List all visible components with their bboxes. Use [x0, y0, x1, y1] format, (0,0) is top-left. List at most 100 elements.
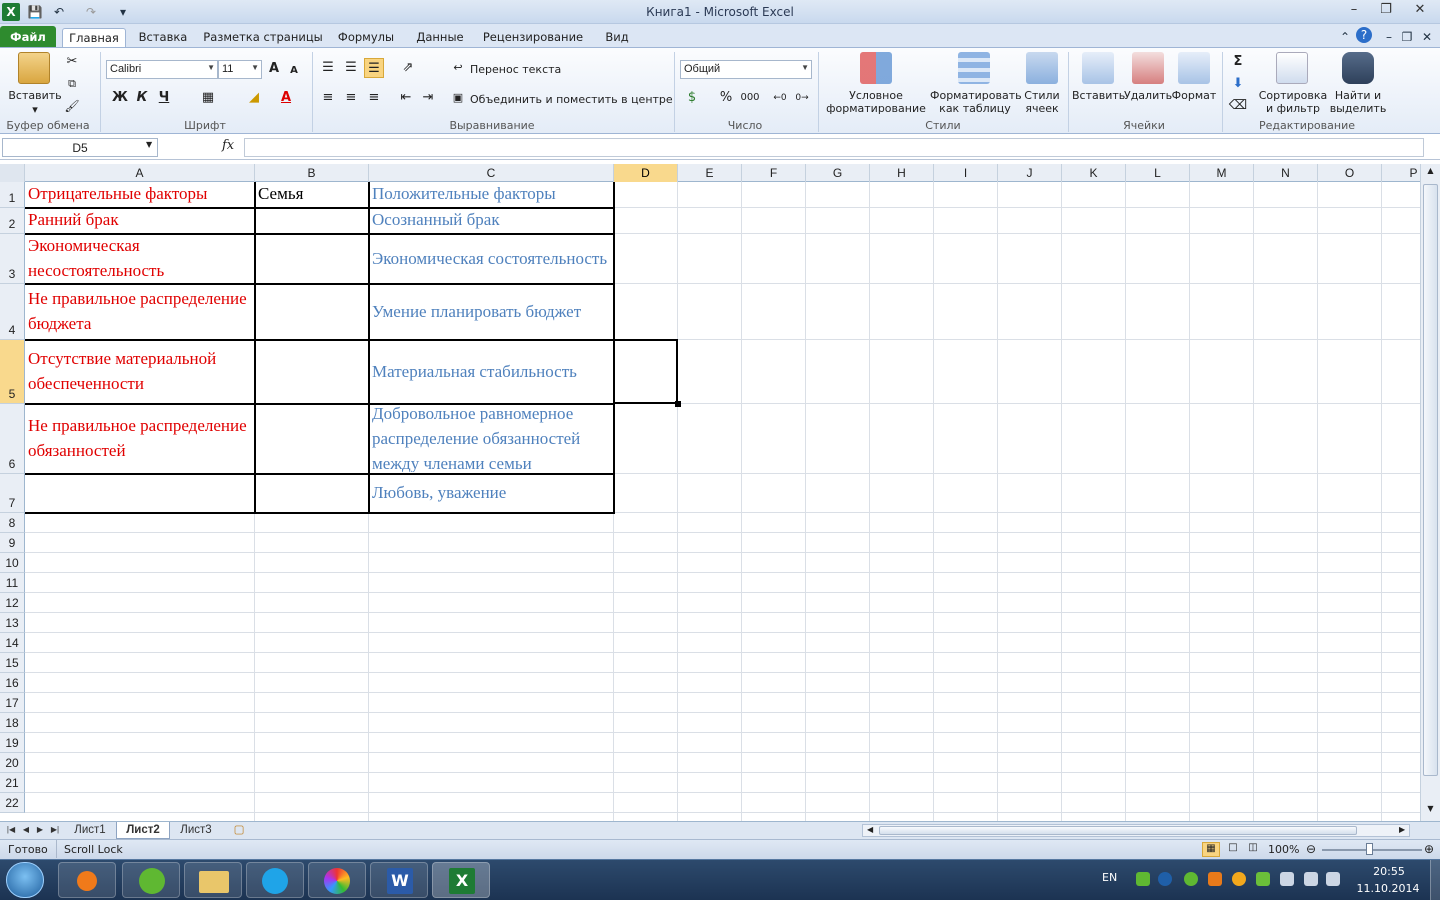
align-right-icon[interactable]: ≡: [364, 88, 384, 108]
font-color-icon[interactable]: A: [276, 88, 296, 108]
bold-button[interactable]: Ж: [110, 88, 130, 108]
row-header-1[interactable]: 1: [0, 182, 25, 208]
cell-c3[interactable]: Экономическая состоятельность: [369, 234, 612, 282]
clock-time[interactable]: 20:55: [1362, 865, 1416, 878]
paste-button[interactable]: Вставить: [4, 89, 66, 102]
explorer-taskbar-icon[interactable]: [184, 862, 242, 898]
cell-a5[interactable]: Отсутствие материальной обеспеченности: [25, 340, 253, 402]
italic-button[interactable]: К: [132, 88, 152, 108]
row-header-13[interactable]: 13: [0, 613, 25, 633]
cell-c4[interactable]: Умение планировать бюджет: [369, 284, 612, 338]
scroll-left-icon[interactable]: ◀: [867, 825, 873, 834]
zoom-out-icon[interactable]: ⊖: [1306, 842, 1316, 856]
formula-input[interactable]: [244, 138, 1424, 157]
cell-styles-button[interactable]: Стили ячеек: [1020, 89, 1064, 115]
action-center-flag-icon[interactable]: [1304, 872, 1318, 886]
row-header-22[interactable]: 22: [0, 793, 25, 813]
language-indicator[interactable]: EN: [1102, 871, 1117, 884]
sheet-tab-1[interactable]: Лист1: [64, 822, 116, 839]
currency-format-icon[interactable]: $: [682, 88, 702, 108]
insert-cells-icon[interactable]: [1082, 52, 1114, 84]
increase-decimal-icon[interactable]: ←0: [770, 88, 790, 108]
orientation-icon[interactable]: ⇗: [398, 58, 418, 78]
first-sheet-icon[interactable]: |◀: [4, 822, 18, 839]
sort-filter-icon[interactable]: [1276, 52, 1308, 84]
name-box-dropdown-icon[interactable]: ▼: [146, 140, 152, 149]
column-header-h[interactable]: H: [870, 164, 934, 182]
doc-restore-icon[interactable]: ❐: [1398, 28, 1416, 46]
zoom-slider-thumb[interactable]: [1366, 843, 1373, 855]
row-header-19[interactable]: 19: [0, 733, 25, 753]
vertical-scrollbar[interactable]: ▲ ▼: [1420, 164, 1440, 821]
horizontal-scrollbar[interactable]: ◀ ▶: [862, 824, 1410, 837]
find-select-icon[interactable]: [1342, 52, 1374, 84]
column-header-k[interactable]: K: [1062, 164, 1126, 182]
column-header-l[interactable]: L: [1126, 164, 1190, 182]
fill-icon[interactable]: ⬇: [1228, 74, 1248, 94]
column-header-m[interactable]: M: [1190, 164, 1254, 182]
column-header-n[interactable]: N: [1254, 164, 1318, 182]
tray-app-icon[interactable]: [1136, 872, 1150, 886]
row-header-21[interactable]: 21: [0, 773, 25, 793]
tray-app-icon[interactable]: [1232, 872, 1246, 886]
percent-format-icon[interactable]: %: [716, 88, 736, 108]
align-top-icon[interactable]: ☰: [318, 58, 338, 78]
font-name-combo[interactable]: Calibri ▼: [106, 60, 218, 79]
utorrent-taskbar-icon[interactable]: [122, 862, 180, 898]
number-format-combo[interactable]: Общий ▼: [680, 60, 812, 79]
column-header-f[interactable]: F: [742, 164, 806, 182]
picasa-taskbar-icon[interactable]: [308, 862, 366, 898]
align-left-icon[interactable]: ≡: [318, 88, 338, 108]
row-header-11[interactable]: 11: [0, 573, 25, 593]
doc-minimize-icon[interactable]: –: [1380, 28, 1398, 46]
page-layout-view-icon[interactable]: □: [1224, 842, 1242, 857]
cell-c7[interactable]: Любовь, уважение: [369, 474, 612, 511]
row-header-3[interactable]: 3: [0, 234, 25, 284]
align-center-icon[interactable]: ≡: [341, 88, 361, 108]
grow-font-icon[interactable]: A: [264, 59, 284, 79]
tray-app-icon[interactable]: [1208, 872, 1222, 886]
word-taskbar-icon[interactable]: W: [370, 862, 428, 898]
sort-filter-button[interactable]: Сортировка и фильтр: [1256, 89, 1330, 115]
align-middle-icon[interactable]: ☰: [341, 58, 361, 78]
row-header-14[interactable]: 14: [0, 633, 25, 653]
help-icon[interactable]: ?: [1356, 27, 1372, 43]
cell-b1[interactable]: Семья: [255, 182, 367, 206]
cell-c2[interactable]: Осознанный брак: [369, 208, 612, 232]
cell-c6[interactable]: Добровольное равномерное распределение о…: [369, 404, 612, 472]
column-header-a[interactable]: A: [25, 164, 255, 182]
paste-dropdown-icon[interactable]: ▾: [30, 103, 40, 116]
scroll-right-icon[interactable]: ▶: [1399, 825, 1405, 834]
cell-a1[interactable]: Отрицательные факторы: [25, 182, 253, 206]
tab-review[interactable]: Рецензирование: [480, 28, 586, 48]
find-select-button[interactable]: Найти и выделить: [1328, 89, 1388, 115]
cell-styles-icon[interactable]: [1026, 52, 1058, 84]
row-header-2[interactable]: 2: [0, 208, 25, 234]
skype-taskbar-icon[interactable]: [246, 862, 304, 898]
cell-a4[interactable]: Не правильное распределение бюджета: [25, 284, 253, 338]
row-header-20[interactable]: 20: [0, 753, 25, 773]
column-header-o[interactable]: O: [1318, 164, 1382, 182]
show-desktop-button[interactable]: [1430, 860, 1440, 901]
merge-center-button[interactable]: Объединить и поместить в центре: [470, 93, 673, 106]
next-sheet-icon[interactable]: ▶: [34, 822, 46, 839]
normal-view-icon[interactable]: ▦: [1202, 842, 1220, 857]
borders-icon[interactable]: ▦: [198, 88, 218, 108]
insert-cells-button[interactable]: Вставить: [1072, 89, 1125, 102]
vertical-scroll-thumb[interactable]: [1423, 184, 1438, 776]
minimize-ribbon-icon[interactable]: ⌃: [1336, 28, 1354, 46]
wrap-text-button[interactable]: Перенос текста: [470, 63, 561, 76]
paste-icon[interactable]: [18, 52, 50, 84]
tab-data[interactable]: Данные: [410, 28, 470, 48]
row-header-15[interactable]: 15: [0, 653, 25, 673]
cut-icon[interactable]: ✂: [62, 52, 82, 72]
align-bottom-icon[interactable]: ☰: [364, 58, 384, 78]
row-header-16[interactable]: 16: [0, 673, 25, 693]
tray-utorrent-icon[interactable]: [1184, 872, 1198, 886]
format-as-table-icon[interactable]: [958, 52, 990, 84]
volume-icon[interactable]: [1326, 872, 1340, 886]
fill-handle[interactable]: [675, 401, 681, 407]
row-header-4[interactable]: 4: [0, 284, 25, 340]
column-header-c[interactable]: C: [369, 164, 614, 182]
decrease-indent-icon[interactable]: ⇤: [396, 88, 416, 108]
